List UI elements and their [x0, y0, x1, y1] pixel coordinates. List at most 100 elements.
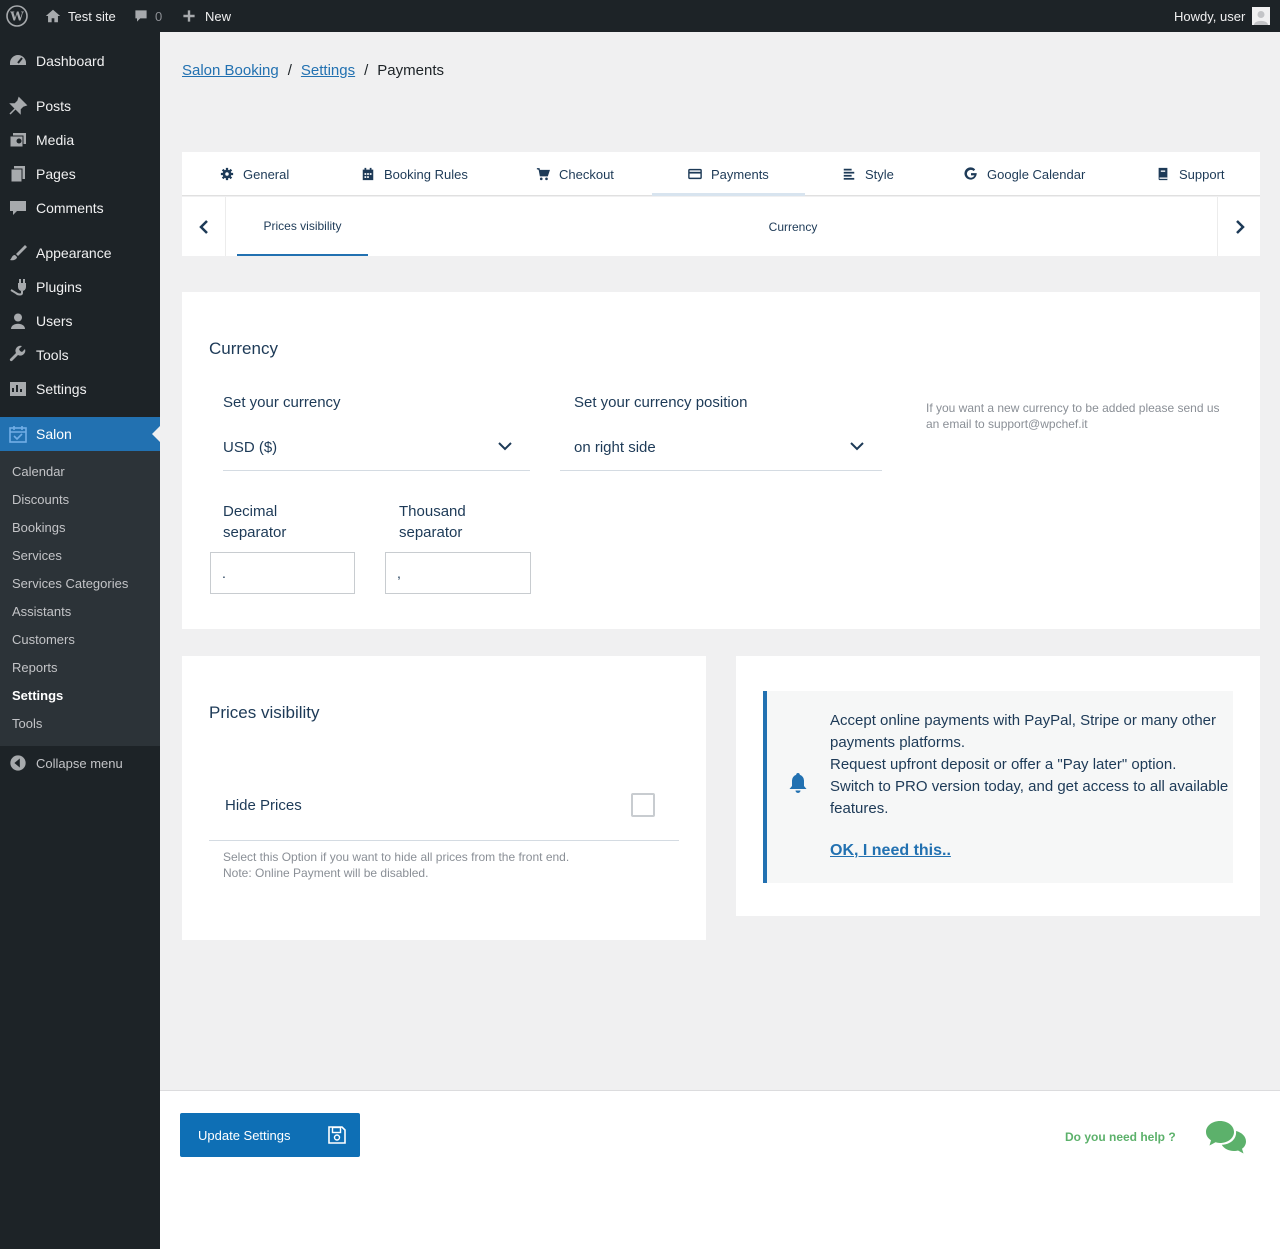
scroll-right-button[interactable] [1217, 197, 1261, 256]
collapse-label: Collapse menu [36, 755, 123, 771]
google-icon [964, 167, 977, 180]
breadcrumb-separator: / [287, 62, 292, 79]
sidebar-item-label: Tools [36, 347, 69, 363]
promo-text: Accept online payments with PayPal, Stri… [830, 712, 1229, 817]
sidebar-item-plugins[interactable]: Plugins [0, 270, 160, 304]
tab-booking-rules[interactable]: Booking Rules [361, 152, 468, 196]
sidebar-item-label: Users [36, 313, 73, 329]
collapse-arrow-icon [0, 754, 36, 772]
tab-label: Checkout [559, 166, 614, 182]
submenu-item-customers[interactable]: Customers [12, 632, 75, 647]
submenu-item-bookings[interactable]: Bookings [12, 520, 65, 535]
hide-prices-row: Hide Prices [209, 766, 679, 841]
help-link[interactable]: Do you need help ? [1065, 1130, 1176, 1144]
currency-position-selected-value: on right side [574, 439, 656, 456]
settings-tabs: General Booking Rules Checkout Payments … [182, 152, 1260, 196]
sidebar-item-settings[interactable]: Settings [0, 372, 160, 406]
chat-bubbles-icon[interactable] [1204, 1118, 1248, 1154]
tab-google-calendar[interactable]: Google Calendar [964, 152, 1085, 196]
admin-bar: W Test site 0 New Howdy, user [0, 0, 1280, 32]
collapse-menu-button[interactable]: Collapse menu [0, 750, 160, 776]
chevron-down-icon [498, 442, 512, 451]
scroll-left-button[interactable] [182, 197, 226, 256]
decimal-separator-input[interactable]: . [210, 552, 355, 594]
sidebar-item-dashboard[interactable]: Dashboard [0, 44, 160, 78]
site-name-link[interactable]: Test site [44, 0, 116, 32]
wordpress-logo-icon[interactable]: W [6, 0, 28, 32]
media-icon [0, 130, 36, 150]
tab-checkout[interactable]: Checkout [536, 152, 614, 196]
plug-icon [0, 277, 36, 297]
comment-bubble-icon [135, 10, 147, 22]
currency-position-label: Set your currency position [574, 394, 748, 411]
decimal-separator-label: Decimal separator [223, 503, 287, 541]
currency-select[interactable]: USD ($) [223, 425, 530, 471]
sidebar-item-label: Media [36, 132, 75, 148]
tab-label: Style [865, 166, 894, 182]
chevron-right-icon [1235, 219, 1245, 234]
sidebar-item-appearance[interactable]: Appearance [0, 236, 160, 270]
plus-icon [183, 10, 195, 22]
sidebar-item-salon[interactable]: Salon [0, 417, 160, 451]
save-floppy-icon [328, 1126, 346, 1144]
tab-label: General [243, 166, 290, 182]
credit-card-icon [688, 168, 702, 180]
bell-icon [789, 773, 807, 793]
thousand-separator-input[interactable]: , [385, 552, 531, 594]
update-settings-label: Update Settings [198, 1127, 291, 1143]
user-icon [0, 311, 36, 331]
calendar-icon [0, 424, 36, 444]
salon-submenu: Calendar Discounts Bookings Services Ser… [0, 451, 160, 746]
submenu-item-services-categories[interactable]: Services Categories [12, 576, 128, 591]
submenu-item-assistants[interactable]: Assistants [12, 604, 71, 619]
book-icon [1158, 167, 1168, 181]
sidebar-item-label: Pages [36, 166, 76, 182]
tab-support[interactable]: Support [1156, 152, 1225, 196]
tab-general[interactable]: General [220, 152, 289, 196]
sidebar-item-label: Dashboard [36, 53, 105, 69]
hide-prices-checkbox[interactable] [631, 793, 655, 817]
sidebar-item-media[interactable]: Media [0, 123, 160, 157]
breadcrumb-salon-booking[interactable]: Salon Booking [182, 62, 279, 79]
prices-visibility-title: Prices visibility [209, 703, 320, 722]
gear-icon [220, 167, 234, 181]
sidebar-item-tools[interactable]: Tools [0, 338, 160, 372]
subtab-prices-visibility[interactable]: Prices visibility [237, 197, 368, 256]
new-label: New [205, 8, 232, 24]
currency-position-select[interactable]: on right side [560, 425, 882, 471]
submenu-item-reports[interactable]: Reports [12, 660, 58, 675]
submenu-item-settings[interactable]: Settings [12, 688, 63, 703]
currency-title: Currency [209, 339, 278, 358]
sidebar-item-posts[interactable]: Posts [0, 89, 160, 123]
breadcrumb-settings[interactable]: Settings [301, 62, 355, 79]
dashboard-icon [0, 51, 36, 71]
wrench-icon [0, 345, 36, 365]
sidebar-item-label: Salon [36, 426, 72, 442]
submenu-item-calendar[interactable]: Calendar [12, 464, 65, 479]
chevron-down-icon [850, 442, 864, 451]
tab-payments[interactable]: Payments [652, 152, 805, 196]
sidebar-item-users[interactable]: Users [0, 304, 160, 338]
submenu-item-discounts[interactable]: Discounts [12, 492, 69, 507]
submenu-item-services[interactable]: Services [12, 548, 62, 563]
comments-link[interactable]: 0 [133, 0, 162, 32]
promo-link[interactable]: OK, I need this.. [830, 842, 951, 860]
breadcrumb-separator: / [364, 62, 369, 79]
thousand-separator-label: Thousand separator [399, 503, 466, 541]
calendar-icon [362, 167, 374, 181]
section-subtabs: Prices visibility Currency [182, 197, 1260, 256]
sidebar-item-comments[interactable]: Comments [0, 191, 160, 225]
submenu-item-tools[interactable]: Tools [12, 716, 42, 731]
account-menu[interactable]: Howdy, user [1174, 0, 1271, 32]
admin-sidebar: Dashboard Posts Media Pages Comments App… [0, 32, 160, 1249]
tab-label: Payments [711, 166, 769, 182]
sidebar-item-pages[interactable]: Pages [0, 157, 160, 191]
subtab-currency[interactable]: Currency [738, 197, 848, 256]
sidebar-item-label: Plugins [36, 279, 82, 295]
new-content-link[interactable]: New [181, 0, 231, 32]
tab-style[interactable]: Style [842, 152, 894, 196]
tab-label: Google Calendar [987, 166, 1086, 182]
update-settings-button[interactable]: Update Settings [180, 1113, 360, 1157]
settings-icon [0, 379, 36, 399]
comments-count: 0 [155, 8, 163, 24]
